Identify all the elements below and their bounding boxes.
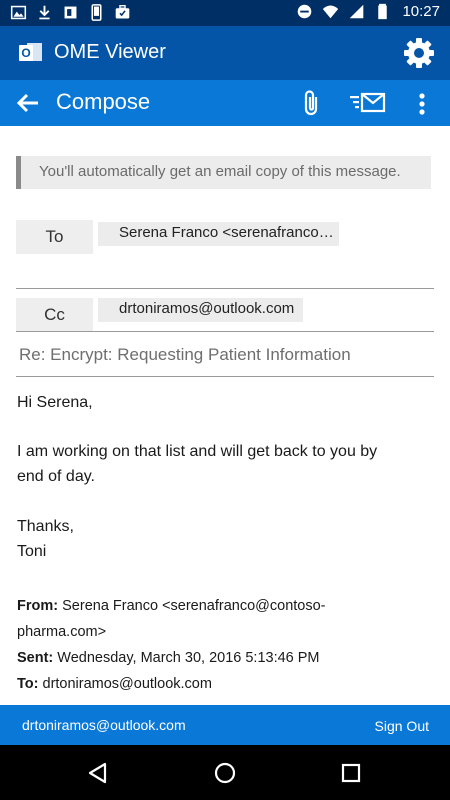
compose-title: Compose [56, 89, 151, 114]
arrow-left-icon[interactable] [14, 89, 42, 117]
quoted-from-value: Serena Franco <serenafranco@contoso- [62, 598, 326, 614]
subject-divider [16, 376, 434, 377]
send-mail-icon[interactable] [350, 90, 386, 116]
outlook-logo-icon: O [19, 43, 42, 61]
paperclip-icon[interactable] [298, 88, 326, 118]
message-line[interactable]: I am working on that list and will get b… [17, 439, 377, 464]
signal-icon [350, 4, 364, 19]
quoted-to: To: drtoniramos@outlook.com [17, 671, 417, 697]
status-bar: 10:27 [0, 0, 450, 26]
quoted-sent-value: Wednesday, March 30, 2016 5:13:46 PM [57, 650, 320, 666]
back-triangle-icon[interactable] [86, 761, 110, 785]
message-line[interactable]: end of day. [17, 464, 95, 489]
download-icon [39, 5, 50, 20]
quoted-to-value: drtoniramos@outlook.com [42, 676, 212, 692]
quoted-to-label: To: [17, 676, 39, 692]
app-title: OME Viewer [54, 41, 166, 63]
office-icon [64, 6, 77, 19]
wifi-icon [323, 5, 339, 19]
message-signature[interactable]: Toni [17, 539, 46, 564]
briefcase-icon [115, 5, 130, 19]
sign-out-button[interactable]: Sign Out [375, 718, 429, 734]
to-button[interactable]: To [16, 220, 93, 254]
to-recipient-chip[interactable]: Serena Franco <serenafranco… [98, 222, 339, 246]
battery-icon [378, 3, 388, 20]
do-not-disturb-icon [298, 4, 312, 19]
status-clock: 10:27 [402, 3, 440, 20]
quoted-sent-label: Sent: [17, 650, 54, 666]
cc-button[interactable]: Cc [16, 298, 93, 332]
app-header: O OME Viewer [0, 26, 450, 80]
message-closing[interactable]: Thanks, [17, 514, 74, 539]
recents-square-icon[interactable] [339, 761, 363, 785]
subject-field[interactable]: Re: Encrypt: Requesting Patient Informat… [19, 345, 351, 365]
cc-divider [16, 331, 434, 332]
compose-toolbar: Compose [0, 80, 450, 126]
svg-text:O: O [21, 46, 30, 60]
navigation-bar [0, 745, 450, 800]
image-icon [10, 5, 27, 20]
to-divider [16, 288, 434, 289]
gear-icon[interactable] [402, 36, 436, 70]
message-greeting[interactable]: Hi Serena, [17, 390, 93, 415]
home-circle-icon[interactable] [213, 761, 237, 785]
quoted-from-label: From: [17, 598, 59, 614]
email-copy-notice: You'll automatically get an email copy o… [16, 156, 431, 189]
account-footer: drtoniramos@outlook.com Sign Out [0, 705, 450, 745]
account-email: drtoniramos@outlook.com [22, 717, 186, 733]
quoted-sent: Sent: Wednesday, March 30, 2016 5:13:46 … [17, 645, 417, 671]
quoted-from-continued: pharma.com> [17, 624, 107, 640]
quoted-from: From: Serena Franco <serenafranco@contos… [17, 593, 417, 619]
phone-icon [91, 4, 102, 21]
cc-recipient-chip[interactable]: drtoniramos@outlook.com [98, 298, 303, 322]
more-vert-icon[interactable] [410, 90, 434, 118]
